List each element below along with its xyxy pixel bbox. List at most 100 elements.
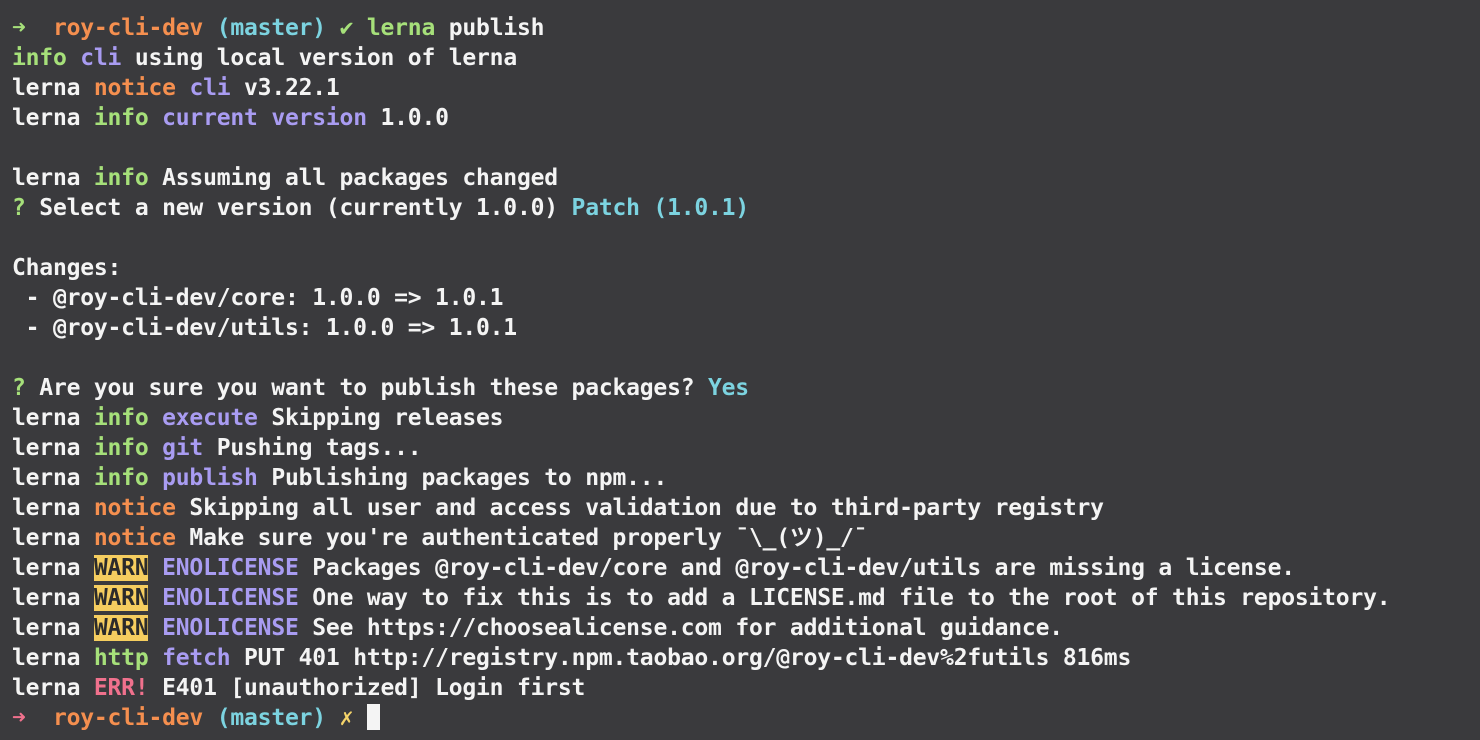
terminal-text-segment: Select a new version (currently 1.0.0) (25, 195, 572, 221)
terminal-text-segment: lerna (366, 15, 436, 41)
terminal-text-segment: Yes (708, 375, 749, 401)
terminal-window[interactable]: ➜ roy-cli-dev (master) ✔ lerna publish in… (0, 0, 1480, 740)
terminal-line: - @roy-cli-dev/utils: 1.0.0 => 1.0.1 (12, 313, 1480, 343)
terminal-line: lerna info Assuming all packages changed (12, 163, 1480, 193)
terminal-text-segment: E401 [unauthorized] Login first (148, 675, 586, 701)
terminal-text-segment: ERR! (93, 675, 149, 701)
terminal-text-segment: execute (162, 405, 258, 431)
terminal-text-segment: roy-cli-dev (52, 705, 204, 731)
terminal-text-segment: See https://choosealicense.com for addit… (298, 615, 1063, 641)
terminal-text-segment: v3.22.1 (230, 75, 340, 101)
terminal-text-segment: Skipping releases (257, 405, 504, 431)
terminal-text-segment: info (93, 435, 149, 461)
terminal-text-segment: lerna (12, 615, 94, 641)
terminal-text-segment: roy-cli-dev (52, 15, 204, 41)
terminal-text-segment: lerna (12, 585, 94, 611)
terminal-text-segment: ) (312, 705, 340, 731)
terminal-text-segment: Are you sure you want to publish these p… (25, 375, 709, 401)
terminal-line: lerna ERR! E401 [unauthorized] Login fir… (12, 673, 1480, 703)
terminal-text-segment: ✗ (339, 705, 367, 731)
terminal-text-segment: Skipping all user and access validation … (175, 495, 1104, 521)
terminal-text-segment: info (12, 45, 67, 71)
terminal-line: ➜ roy-cli-dev (master) ✔ lerna publish (12, 13, 1480, 43)
terminal-line: lerna WARN ENOLICENSE Packages @roy-cli-… (12, 553, 1480, 583)
terminal-text-segment: using local version of lerna (121, 45, 517, 71)
terminal-text-segment: ➜ (12, 705, 53, 731)
terminal-text-segment: ENOLICENSE (162, 615, 299, 641)
terminal-line: lerna info git Pushing tags... (12, 433, 1480, 463)
terminal-text-segment: cli (189, 75, 231, 101)
terminal-text-segment: Patch (1.0.1) (571, 195, 750, 221)
terminal-line: lerna notice Skipping all user and acces… (12, 493, 1480, 523)
terminal-text-segment: notice (93, 495, 176, 521)
terminal-text-segment: PUT 401 http://registry.npm.taobao.org/@… (230, 645, 1132, 671)
terminal-text-segment: notice (93, 75, 176, 101)
terminal-text-segment: info (93, 465, 149, 491)
terminal-text-segment: fetch (162, 645, 231, 671)
terminal-text-segment: master (230, 15, 313, 41)
terminal-text-segment: info (93, 165, 149, 191)
terminal-line: lerna info publish Publishing packages t… (12, 463, 1480, 493)
terminal-line: Changes: (12, 253, 1480, 283)
terminal-text-segment: - @roy-cli-dev/core: 1.0.0 => 1.0.1 (12, 285, 504, 311)
terminal-text-segment: lerna (12, 675, 94, 701)
terminal-text-segment: ENOLICENSE (162, 585, 299, 611)
terminal-text-segment: lerna (12, 465, 94, 491)
terminal-line: ? Select a new version (currently 1.0.0)… (12, 193, 1480, 223)
terminal-text-segment: 1.0.0 (366, 105, 449, 131)
terminal-text-segment: publish (435, 15, 545, 41)
terminal-text-segment: Changes: (12, 255, 122, 281)
terminal-text-segment: info (93, 405, 149, 431)
terminal-text-segment: publish (162, 465, 258, 491)
terminal-text-segment: Pushing tags... (203, 435, 422, 461)
terminal-text-segment: lerna (12, 495, 94, 521)
terminal-text-segment: lerna (12, 555, 94, 581)
terminal-text-segment: master (230, 705, 313, 731)
terminal-line: ? Are you sure you want to publish these… (12, 373, 1480, 403)
terminal-line: lerna http fetch PUT 401 http://registry… (12, 643, 1480, 673)
terminal-text-segment: Assuming all packages changed (148, 165, 558, 191)
terminal-text-segment: ( (203, 705, 231, 731)
terminal-line: lerna notice cli v3.22.1 (12, 73, 1480, 103)
terminal-text-segment: WARN (93, 555, 149, 581)
terminal-text-segment: http (93, 645, 149, 671)
text-cursor[interactable] (366, 704, 380, 730)
terminal-text-segment: Packages @roy-cli-dev/core and @roy-cli-… (298, 555, 1295, 581)
terminal-text-segment: One way to fix this is to add a LICENSE.… (298, 585, 1391, 611)
terminal-line: lerna WARN ENOLICENSE See https://choose… (12, 613, 1480, 643)
terminal-text-segment: lerna (12, 645, 94, 671)
terminal-text-segment: ) (312, 15, 340, 41)
terminal-text-segment: ENOLICENSE (162, 555, 299, 581)
terminal-text-segment: WARN (93, 585, 149, 611)
terminal-text-segment: lerna (12, 75, 94, 101)
terminal-line: lerna info current version 1.0.0 (12, 103, 1480, 133)
terminal-text-segment: notice (93, 525, 176, 551)
terminal-text-segment: git (162, 435, 204, 461)
terminal-text-segment: - @roy-cli-dev/utils: 1.0.0 => 1.0.1 (12, 315, 518, 341)
terminal-text-segment: ( (203, 15, 231, 41)
terminal-line: info cli using local version of lerna (12, 43, 1480, 73)
terminal-output: ➜ roy-cli-dev (master) ✔ lerna publish in… (12, 13, 1480, 733)
terminal-text-segment: info (93, 105, 149, 131)
terminal-text-segment: ✔ (339, 15, 367, 41)
terminal-text-segment: current version (162, 105, 367, 131)
terminal-text-segment: lerna (12, 165, 94, 191)
terminal-text-segment: lerna (12, 525, 94, 551)
terminal-text-segment: Publishing packages to npm... (257, 465, 668, 491)
terminal-text-segment: ➜ (12, 15, 53, 41)
terminal-text-segment: cli (80, 45, 122, 71)
terminal-text-segment: ? (12, 195, 26, 221)
terminal-line: ➜ roy-cli-dev (master) ✗ (12, 703, 1480, 733)
terminal-text-segment: Make sure you're authenticated properly … (175, 525, 868, 551)
